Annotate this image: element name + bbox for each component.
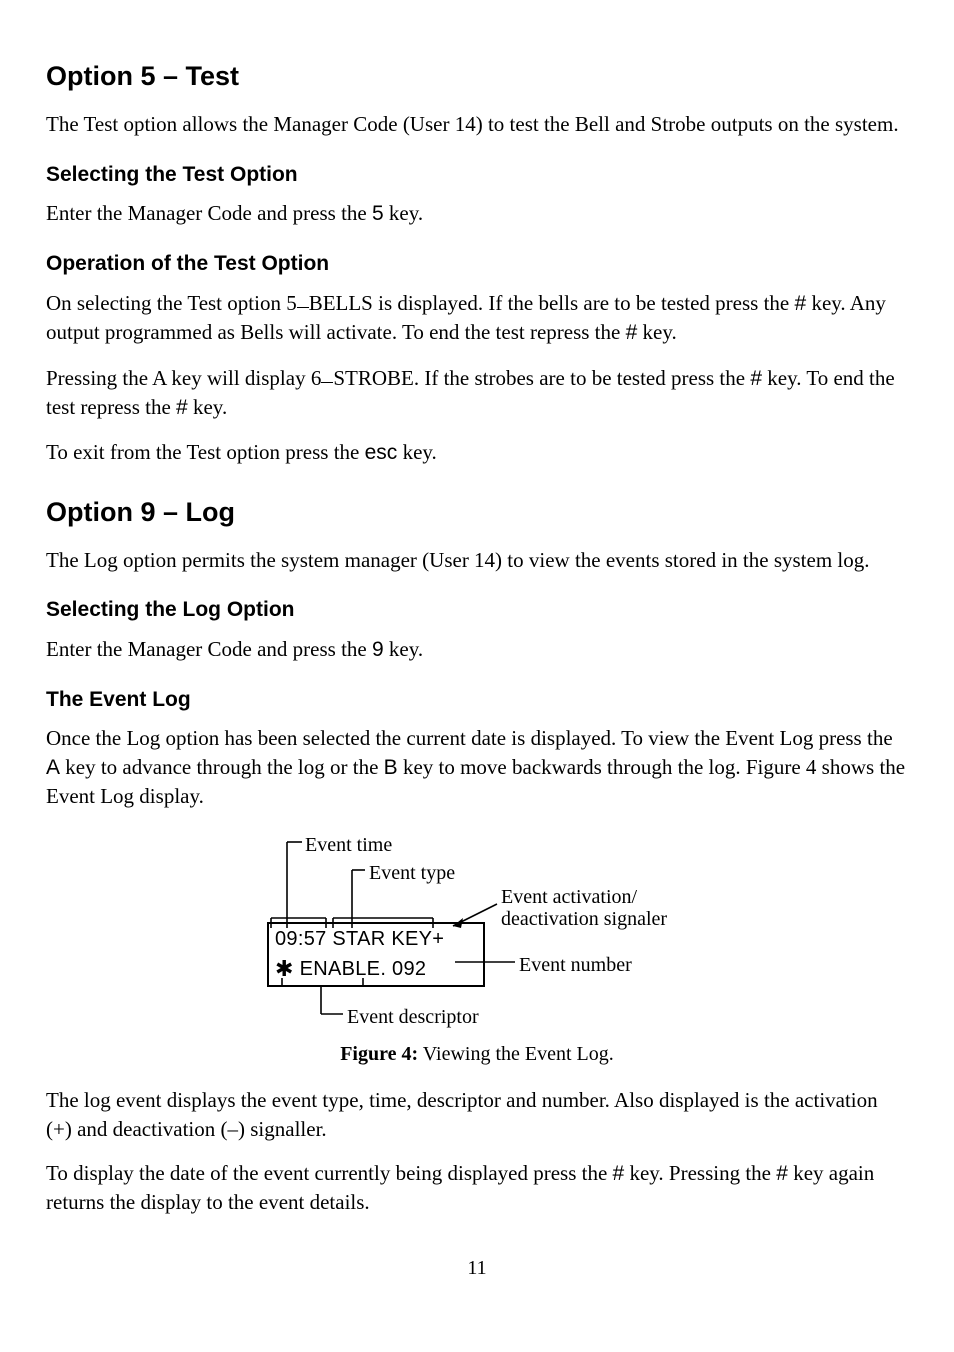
key-a: A bbox=[46, 756, 60, 779]
hash-key: # bbox=[176, 396, 188, 419]
esc-key: esc bbox=[365, 441, 398, 464]
operation-test-p2: Pressing the A key will display 6 STROBE.… bbox=[46, 364, 908, 423]
lcd-line2: ✱ ENABLE. 092 bbox=[275, 953, 477, 983]
figure-text: Viewing the Event Log. bbox=[418, 1043, 614, 1065]
text: To display the date of the event current… bbox=[46, 1161, 613, 1185]
heading-option5: Option 5 – Test bbox=[46, 58, 908, 94]
figure4-caption: Figure 4: Viewing the Event Log. bbox=[46, 1041, 908, 1068]
hash-key: # bbox=[776, 1162, 788, 1185]
text: key. bbox=[397, 440, 436, 464]
text: STROBE. If the strobes are to be tested … bbox=[333, 366, 750, 390]
label-event-signaler-b: deactivation signaler bbox=[501, 906, 667, 933]
operation-test-p3: To exit from the Test option press the e… bbox=[46, 438, 908, 467]
heading-selecting-log: Selecting the Log Option bbox=[46, 596, 908, 624]
text: To exit from the Test option press the bbox=[46, 440, 365, 464]
key-9: 9 bbox=[372, 638, 384, 661]
blank bbox=[321, 382, 333, 383]
hash-key: # bbox=[795, 292, 807, 315]
star-icon: ✱ bbox=[275, 956, 294, 981]
option5-intro: The Test option allows the Manager Code … bbox=[46, 110, 908, 138]
lcd-line1: 09:57 STAR KEY+ bbox=[275, 926, 477, 953]
heading-operation-test: Operation of the Test Option bbox=[46, 250, 908, 278]
blank bbox=[297, 307, 309, 308]
text: key. bbox=[384, 201, 423, 225]
text: key to advance through the log or the bbox=[60, 755, 384, 779]
label-event-descriptor: Event descriptor bbox=[347, 1004, 479, 1031]
label-event-time: Event time bbox=[305, 832, 392, 859]
hash-key: # bbox=[750, 367, 762, 390]
heading-selecting-test: Selecting the Test Option bbox=[46, 161, 908, 189]
text: On selecting the Test option 5 bbox=[46, 291, 297, 315]
event-log-p1: Once the Log option has been selected th… bbox=[46, 724, 908, 810]
text: Once the Log option has been selected th… bbox=[46, 726, 893, 750]
label-event-type: Event type bbox=[369, 860, 455, 887]
label-event-number: Event number bbox=[519, 952, 632, 979]
hash-key: # bbox=[626, 321, 638, 344]
selecting-log-text: Enter the Manager Code and press the 9 k… bbox=[46, 635, 908, 664]
after-p2: To display the date of the event current… bbox=[46, 1159, 908, 1217]
key-5: 5 bbox=[372, 202, 384, 225]
lcd-line2-text: ENABLE. 092 bbox=[294, 958, 427, 980]
heading-option9: Option 9 – Log bbox=[46, 494, 908, 530]
text: BELLS is displayed. If the bells are to … bbox=[309, 291, 795, 315]
figure4-diagram: Event time Event type Event activation/ … bbox=[46, 826, 908, 1031]
text: key. Pressing the bbox=[624, 1161, 776, 1185]
operation-test-p1: On selecting the Test option 5 BELLS is d… bbox=[46, 289, 908, 348]
text: key. bbox=[188, 395, 227, 419]
heading-event-log: The Event Log bbox=[46, 686, 908, 714]
lcd-display: 09:57 STAR KEY+ ✱ ENABLE. 092 bbox=[267, 922, 485, 987]
text: key. bbox=[384, 637, 423, 661]
key-b: B bbox=[384, 756, 398, 779]
option9-intro: The Log option permits the system manage… bbox=[46, 546, 908, 574]
page-number: 11 bbox=[46, 1255, 908, 1282]
text: Enter the Manager Code and press the bbox=[46, 637, 372, 661]
text: Enter the Manager Code and press the bbox=[46, 201, 372, 225]
text: key. bbox=[637, 320, 676, 344]
selecting-test-text: Enter the Manager Code and press the 5 k… bbox=[46, 199, 908, 228]
figure-label: Figure 4: bbox=[340, 1043, 418, 1065]
text: Pressing the A key will display 6 bbox=[46, 366, 321, 390]
after-p1: The log event displays the event type, t… bbox=[46, 1086, 908, 1143]
hash-key: # bbox=[613, 1162, 625, 1185]
